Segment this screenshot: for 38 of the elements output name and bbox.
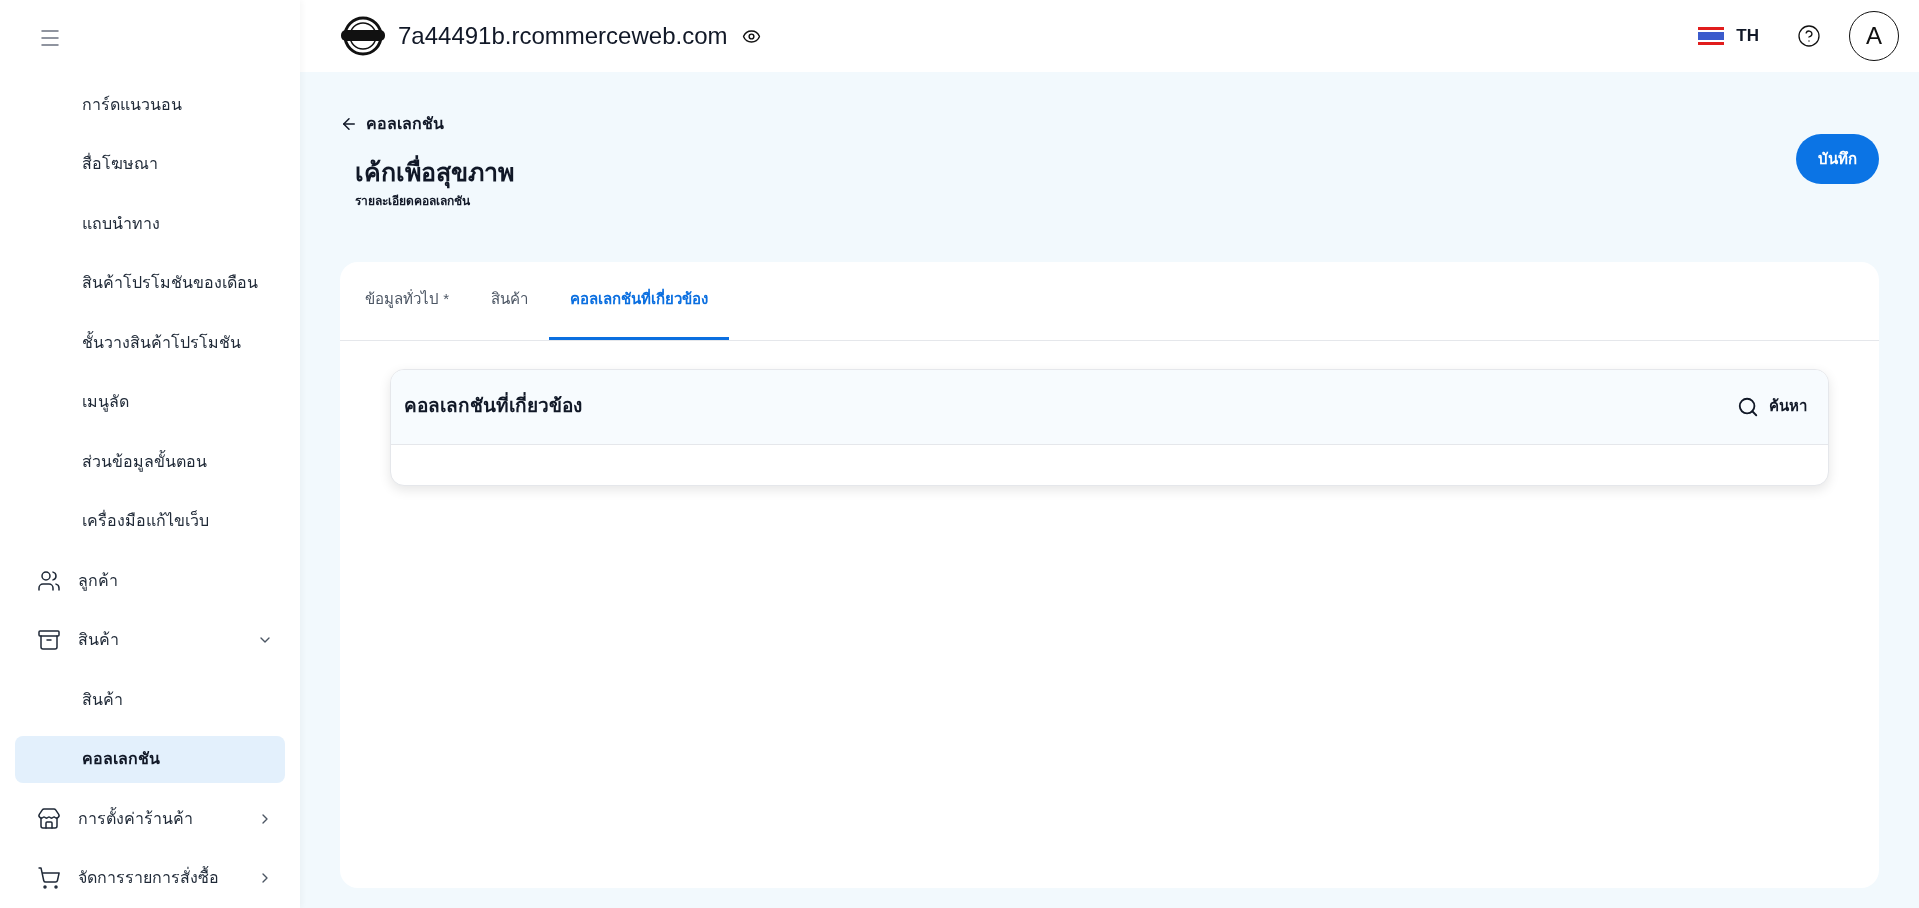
tab[interactable]: สินค้า (470, 261, 549, 340)
sidebar-item[interactable]: สินค้า (15, 616, 285, 665)
sidebar-item[interactable]: จัดการรายการสั่งซื้อ (15, 854, 285, 902)
save-button[interactable]: บันทึก (1796, 134, 1879, 184)
company-logo (340, 16, 386, 56)
site-address: 7a44491b.rcommerceweb.com (398, 21, 728, 51)
page-title: เค้กเพื่อสุขภาพ (355, 154, 514, 192)
tab[interactable]: ข้อมูลทั่วไป * (344, 261, 470, 340)
sidebar-item[interactable]: ชั้นวางสินค้าโปรโมชัน (15, 319, 285, 367)
language-button[interactable]: TH (1698, 23, 1759, 49)
sidebar-item[interactable]: การ์ดแนวนอน (15, 81, 285, 129)
sidebar-item[interactable]: ลูกค้า (15, 557, 285, 605)
sidebar-item[interactable]: เมนูลัด (15, 378, 285, 427)
shopping-cart-icon (37, 866, 61, 891)
search-icon (1737, 395, 1759, 418)
back-link[interactable]: คอลเลกชัน (340, 112, 514, 136)
search-button[interactable]: ค้นหา (1737, 395, 1807, 418)
avatar[interactable]: A (1849, 11, 1899, 61)
sidebar-item[interactable]: ส่วนข้อมูลขั้นตอน (15, 438, 285, 486)
page-subtitle: รายละเอียดคอลเลกชัน (355, 192, 471, 210)
sidebar-item[interactable]: สินค้า (15, 676, 285, 724)
sidebar-item[interactable]: สื่อโฆษณา (15, 140, 285, 189)
storefront-icon (37, 806, 61, 831)
panel-title: คอลเลกชันที่เกี่ยวข้อง (404, 392, 1737, 421)
archive-box-icon (37, 628, 61, 653)
sidebar-label: จัดการรายการสั่งซื้อ (78, 866, 257, 891)
sidebar-item[interactable]: เครื่องมือแก้ไขเว็บ (15, 497, 285, 546)
sidebar-label: สินค้า (78, 630, 120, 651)
help-icon[interactable] (1797, 24, 1821, 48)
thai-flag-icon (1698, 27, 1725, 45)
sidebar-item[interactable]: แถบนำทาง (15, 200, 285, 248)
tab[interactable]: คอลเลกชันที่เกี่ยวข้อง (549, 261, 729, 340)
people-icon (37, 568, 61, 593)
sidebar-label: การตั้งค่าร้านค้า (78, 806, 194, 829)
sidebar-item[interactable]: คอลเลกชัน (15, 735, 285, 783)
sidebar-item[interactable]: สินค้าโปรโมชันของเดือน (15, 259, 285, 308)
sidebar-label: ลูกค้า (78, 570, 119, 593)
sidebar-item[interactable]: การตั้งค่าร้านค้า (15, 795, 285, 843)
